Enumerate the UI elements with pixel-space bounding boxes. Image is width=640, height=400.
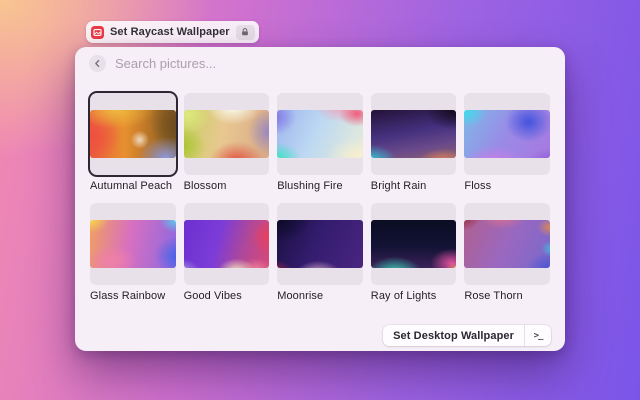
wallpaper-thumbnail[interactable] xyxy=(277,110,363,158)
search-input[interactable] xyxy=(115,56,551,71)
wallpaper-thumbnail[interactable] xyxy=(90,110,176,158)
wallpaper-name: Ray of Lights xyxy=(371,290,457,302)
wallpaper-item-glass-rainbow[interactable]: Glass Rainbow xyxy=(90,203,176,302)
wallpaper-name: Moonrise xyxy=(277,290,363,302)
wallpaper-grid: Autumnal Peach Blossom Blushing Fire Bri… xyxy=(75,80,565,324)
shortcut-key-icon: >_ xyxy=(525,331,551,341)
wallpaper-item-blushing-fire[interactable]: Blushing Fire xyxy=(277,93,363,192)
wallpaper-item-floss[interactable]: Floss xyxy=(464,93,550,192)
wallpaper-name: Autumnal Peach xyxy=(90,180,176,192)
command-badge[interactable]: Set Raycast Wallpaper xyxy=(86,21,259,43)
wallpaper-item-blossom[interactable]: Blossom xyxy=(184,93,270,192)
wallpaper-item-autumnal-peach[interactable]: Autumnal Peach xyxy=(90,93,176,192)
action-label: Set Desktop Wallpaper xyxy=(383,330,524,342)
search-bar xyxy=(75,47,565,80)
wallpaper-item-ray-of-lights[interactable]: Ray of Lights xyxy=(371,203,457,302)
chevron-left-icon xyxy=(93,59,102,68)
footer: Set Desktop Wallpaper >_ xyxy=(75,324,565,351)
wallpaper-item-moonrise[interactable]: Moonrise xyxy=(277,203,363,302)
wallpaper-name: Good Vibes xyxy=(184,290,270,302)
wallpaper-thumbnail[interactable] xyxy=(90,220,176,268)
wallpaper-name: Floss xyxy=(464,180,550,192)
wallpaper-name: Rose Thorn xyxy=(464,290,550,302)
set-desktop-wallpaper-button[interactable]: Set Desktop Wallpaper >_ xyxy=(383,325,551,346)
wallpaper-item-bright-rain[interactable]: Bright Rain xyxy=(371,93,457,192)
lock-icon xyxy=(236,25,255,40)
wallpaper-thumbnail[interactable] xyxy=(464,110,550,158)
wallpaper-item-good-vibes[interactable]: Good Vibes xyxy=(184,203,270,302)
wallpaper-name: Blushing Fire xyxy=(277,180,363,192)
wallpaper-thumbnail[interactable] xyxy=(371,110,457,158)
wallpaper-thumbnail[interactable] xyxy=(184,110,270,158)
wallpaper-name: Glass Rainbow xyxy=(90,290,176,302)
wallpaper-thumbnail[interactable] xyxy=(371,220,457,268)
command-title: Set Raycast Wallpaper xyxy=(110,26,230,38)
wallpaper-thumbnail[interactable] xyxy=(277,220,363,268)
wallpaper-extension-icon xyxy=(91,26,104,39)
wallpaper-thumbnail[interactable] xyxy=(184,220,270,268)
back-button[interactable] xyxy=(89,55,106,72)
wallpaper-thumbnail[interactable] xyxy=(464,220,550,268)
wallpaper-name: Blossom xyxy=(184,180,270,192)
wallpaper-item-rose-thorn[interactable]: Rose Thorn xyxy=(464,203,550,302)
raycast-window: Autumnal Peach Blossom Blushing Fire Bri… xyxy=(75,47,565,351)
wallpaper-name: Bright Rain xyxy=(371,180,457,192)
